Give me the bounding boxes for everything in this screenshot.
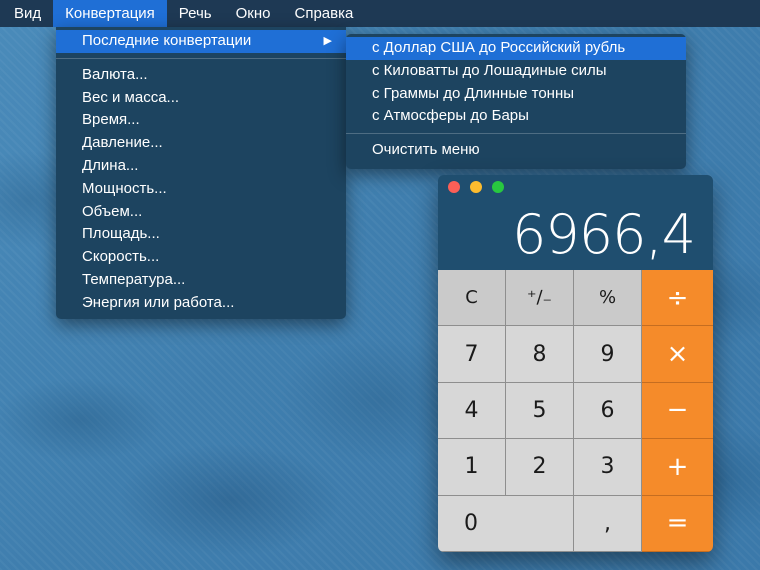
key-2[interactable]: 2 — [506, 439, 574, 496]
key-7[interactable]: 7 — [438, 326, 506, 383]
comma-key[interactable]: , — [574, 495, 642, 552]
recent-item-atm-bar[interactable]: с Атмосферы до Бары — [346, 105, 686, 128]
menu-item-power[interactable]: Мощность... — [56, 178, 346, 201]
recent-item-kw-hp[interactable]: с Киловатты до Лошадиные силы — [346, 60, 686, 83]
menu-speech[interactable]: Речь — [167, 0, 224, 27]
key-8[interactable]: 8 — [506, 326, 574, 383]
menu-item-temperature[interactable]: Температура... — [56, 269, 346, 292]
menu-bar: Вид Конвертация Речь Окно Справка — [0, 0, 760, 27]
menu-item-area[interactable]: Площадь... — [56, 223, 346, 246]
menu-item-energy[interactable]: Энергия или работа... — [56, 292, 346, 315]
key-1[interactable]: 1 — [438, 439, 506, 496]
menu-item-currency[interactable]: Валюта... — [56, 64, 346, 87]
percent-key[interactable]: % — [574, 270, 642, 327]
menu-item-speed[interactable]: Скорость... — [56, 246, 346, 269]
menu-item-time[interactable]: Время... — [56, 109, 346, 132]
keypad: C ⁺∕₋ % ÷ 7 8 9 × 4 5 6 − 1 2 3 + 0 , = — [438, 270, 713, 552]
key-9[interactable]: 9 — [574, 326, 642, 383]
key-0[interactable]: 0 — [438, 495, 574, 552]
plus-key[interactable]: + — [642, 439, 713, 496]
recent-conversions-submenu: с Доллар США до Российский рубль с Килов… — [346, 34, 686, 169]
submenu-arrow-icon: ▶ — [323, 35, 332, 47]
menu-item-pressure[interactable]: Давление... — [56, 132, 346, 155]
key-6[interactable]: 6 — [574, 382, 642, 440]
menu-item-weight[interactable]: Вес и масса... — [56, 87, 346, 110]
menu-item-volume[interactable]: Объем... — [56, 201, 346, 224]
menu-help[interactable]: Справка — [282, 0, 365, 27]
recent-item-usd-rub[interactable]: с Доллар США до Российский рубль — [346, 37, 686, 60]
key-5[interactable]: 5 — [506, 382, 574, 440]
calculator-window: 6966,4 C ⁺∕₋ % ÷ 7 8 9 × 4 5 6 − 1 2 3 +… — [438, 175, 713, 552]
title-bar[interactable] — [438, 175, 713, 197]
menu-separator — [346, 133, 686, 135]
calculator-display: 6966,4 — [512, 203, 696, 266]
minus-key[interactable]: − — [642, 382, 713, 440]
equals-key[interactable]: = — [642, 495, 713, 552]
multiply-key[interactable]: × — [642, 326, 713, 383]
menu-window[interactable]: Окно — [224, 0, 283, 27]
minimize-button[interactable] — [470, 181, 482, 193]
key-3[interactable]: 3 — [574, 439, 642, 496]
menu-view[interactable]: Вид — [0, 0, 53, 27]
key-4[interactable]: 4 — [438, 382, 506, 440]
sign-key[interactable]: ⁺∕₋ — [506, 270, 574, 327]
recent-conversions-label: Последние конвертации — [82, 32, 252, 49]
close-button[interactable] — [448, 181, 460, 193]
zoom-button[interactable] — [492, 181, 504, 193]
menu-convert[interactable]: Конвертация — [53, 0, 167, 27]
divide-key[interactable]: ÷ — [642, 270, 713, 327]
menu-separator — [56, 57, 346, 59]
recent-conversions-item[interactable]: Последние конвертации ▶ — [56, 30, 346, 53]
convert-menu: Последние конвертации ▶ Валюта... Вес и … — [56, 27, 346, 319]
clear-key[interactable]: C — [438, 270, 506, 327]
menu-item-length[interactable]: Длина... — [56, 155, 346, 178]
recent-item-grams-tons[interactable]: с Граммы до Длинные тонны — [346, 83, 686, 106]
clear-menu-item[interactable]: Очистить меню — [346, 139, 686, 162]
